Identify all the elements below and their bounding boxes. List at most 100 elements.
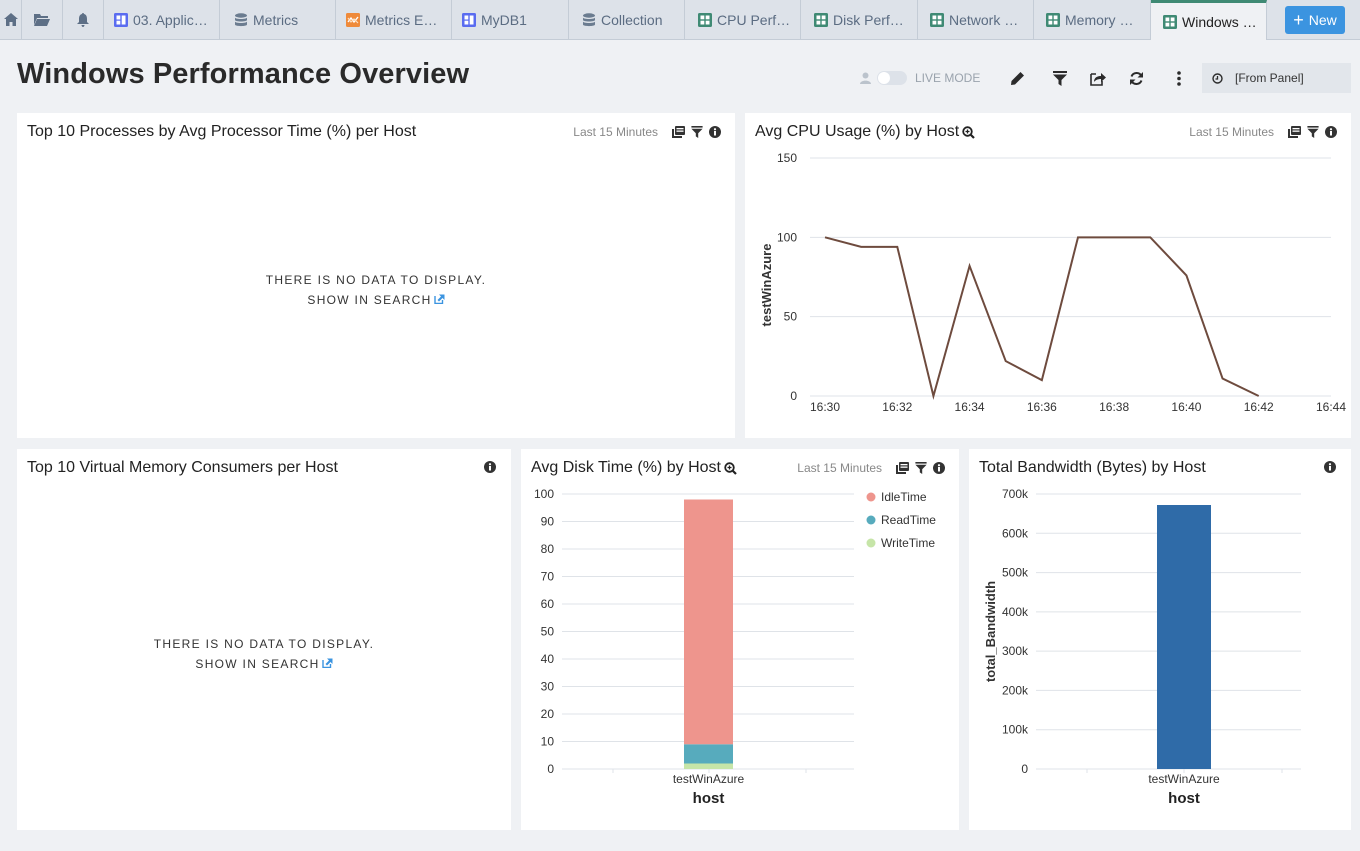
panel-tools: Last 15 Minutes: [573, 125, 721, 139]
y-tick-label: 10: [541, 735, 555, 749]
y-tick-label: 50: [784, 310, 798, 324]
info-icon[interactable]: [709, 126, 721, 138]
no-data-message: THERE IS NO DATA TO DISPLAY. SHOW IN SEA…: [17, 270, 735, 310]
no-data-text: THERE IS NO DATA TO DISPLAY.: [153, 637, 375, 651]
tab-label: Metrics E…: [365, 11, 438, 28]
x-tick-label: 16:38: [1099, 400, 1129, 414]
edit-button[interactable]: [998, 71, 1036, 86]
refresh-icon: [1129, 71, 1143, 85]
y-tick-label: 150: [777, 151, 797, 165]
database-icon: [583, 12, 595, 26]
panel-title: Top 10 Virtual Memory Consumers per Host: [27, 459, 338, 476]
tab-home[interactable]: [0, 0, 22, 39]
legend-label: ReadTime: [881, 513, 936, 527]
tab-network[interactable]: Network …: [918, 0, 1034, 39]
new-tab-button[interactable]: + New: [1285, 6, 1345, 34]
y-tick-label: 90: [541, 515, 555, 529]
legend-label: WriteTime: [881, 536, 935, 550]
dashboard-icon: [462, 12, 476, 27]
y-tick-label: 100: [534, 487, 554, 501]
app-dashboard-icon: [1046, 12, 1060, 27]
x-axis-label: host: [1168, 790, 1200, 807]
live-mode-toggle[interactable]: LIVE MODE: [860, 71, 980, 85]
tab-metrics-explorer[interactable]: Metrics E…: [336, 0, 452, 39]
x-axis-label: host: [693, 790, 725, 807]
panel-virtual-memory: Top 10 Virtual Memory Consumers per Host…: [17, 449, 511, 830]
metrics-explorer-icon: [346, 12, 360, 27]
toggle-switch[interactable]: [877, 71, 907, 85]
tab-collection[interactable]: Collection: [569, 0, 685, 39]
show-in-search-link[interactable]: SHOW IN SEARCH: [17, 290, 735, 310]
tab-03-applic[interactable]: 03. Applic…: [104, 0, 220, 39]
panel-avg-cpu: Avg CPU Usage (%) by Host Last 15 Minute…: [745, 113, 1351, 438]
x-tick-label: 16:40: [1171, 400, 1201, 414]
tab-cpu-perf[interactable]: CPU Perf…: [685, 0, 801, 39]
tab-label: Memory …: [1065, 11, 1134, 28]
panel-total-bandwidth: Total Bandwidth (Bytes) by Host 0 100k 200…: [969, 449, 1351, 830]
external-link-icon: [433, 294, 445, 305]
bar-segment-ReadTime: [684, 744, 733, 764]
home-icon: [3, 13, 18, 26]
tab-label: Metrics: [253, 11, 299, 28]
tab-label: Disk Perf…: [833, 11, 904, 28]
y-tick-label: 500k: [1002, 566, 1029, 580]
bar-segment-IdleTime: [684, 499, 733, 745]
panel-title: Top 10 Processes by Avg Processor Time (…: [27, 123, 417, 140]
show-in-search-link[interactable]: SHOW IN SEARCH: [17, 654, 511, 674]
tab-memory[interactable]: Memory …: [1034, 0, 1151, 39]
open-in-search-icon[interactable]: [672, 126, 685, 138]
filter-icon[interactable]: [691, 126, 703, 138]
y-tick-label: 0: [1021, 762, 1028, 776]
bar-segment-WriteTime: [684, 763, 733, 769]
kebab-menu-icon: [1177, 70, 1182, 86]
x-tick-label: 16:30: [810, 400, 840, 414]
tab-mydb1[interactable]: MyDB1: [452, 0, 569, 39]
tab-metrics[interactable]: Metrics: [220, 0, 336, 39]
bell-icon: [77, 12, 89, 27]
no-data-text: THERE IS NO DATA TO DISPLAY.: [265, 273, 487, 287]
tab-label: MyDB1: [481, 11, 527, 28]
disk-stacked-bar-chart: 0 10 20 30 40 50 60 70 80 90 100 testWinAzure host Id…: [534, 487, 936, 807]
y-axis-label: total_Bandwidth: [983, 581, 998, 682]
time-range-selector[interactable]: [From Panel]: [1202, 63, 1351, 93]
panel-top-processes: Top 10 Processes by Avg Processor Time (…: [17, 113, 735, 438]
cpu-line-chart: 0 50 100 150 16:30 16:32 16:34 16:36 16:38 16:40 1…: [759, 151, 1346, 414]
x-tick-label: testWinAzure: [1148, 772, 1220, 786]
y-tick-label: 200k: [1002, 683, 1029, 697]
tab-disk-perf[interactable]: Disk Perf…: [801, 0, 918, 39]
y-tick-label: 600k: [1002, 526, 1029, 540]
app-dashboard-icon: [698, 12, 712, 27]
tab-label: 03. Applic…: [133, 11, 208, 28]
y-tick-label: 80: [541, 542, 555, 556]
bar-total_Bandwidth: [1157, 505, 1211, 769]
info-icon[interactable]: [484, 461, 496, 473]
share-button[interactable]: [1079, 71, 1117, 86]
y-tick-label: 700k: [1002, 487, 1029, 501]
y-tick-label: 400k: [1002, 605, 1029, 619]
folder-icon: [34, 14, 50, 26]
tab-library[interactable]: [22, 0, 63, 39]
time-range-value: [From Panel]: [1235, 71, 1304, 85]
y-tick-label: 60: [541, 597, 555, 611]
refresh-button[interactable]: [1117, 71, 1155, 86]
tab-alerts[interactable]: [63, 0, 104, 39]
panel-avg-disk: Avg Disk Time (%) by Host Last 15 Minute…: [521, 449, 959, 830]
tab-label: CPU Perf…: [717, 11, 791, 28]
dashboard-toolbar: LIVE MODE: [860, 62, 1198, 94]
y-tick-label: 0: [547, 762, 554, 776]
tab-windows-active[interactable]: Windows …: [1151, 0, 1267, 40]
y-tick-label: 300k: [1002, 644, 1029, 658]
clock-icon: [1212, 72, 1223, 84]
x-tick-label: 16:42: [1244, 400, 1274, 414]
more-options-button[interactable]: [1160, 70, 1198, 86]
y-tick-label: 70: [541, 570, 555, 584]
x-tick-label: 16:44: [1316, 400, 1346, 414]
filter-button[interactable]: [1041, 70, 1079, 86]
page-title: Windows Performance Overview: [17, 58, 470, 90]
legend-swatch: [866, 515, 876, 525]
tab-label: Windows …: [1182, 13, 1257, 30]
show-in-search-label: SHOW IN SEARCH: [307, 293, 432, 307]
user-icon: [860, 72, 871, 84]
tab-label: Collection: [601, 11, 663, 28]
y-tick-label: 20: [541, 707, 555, 721]
